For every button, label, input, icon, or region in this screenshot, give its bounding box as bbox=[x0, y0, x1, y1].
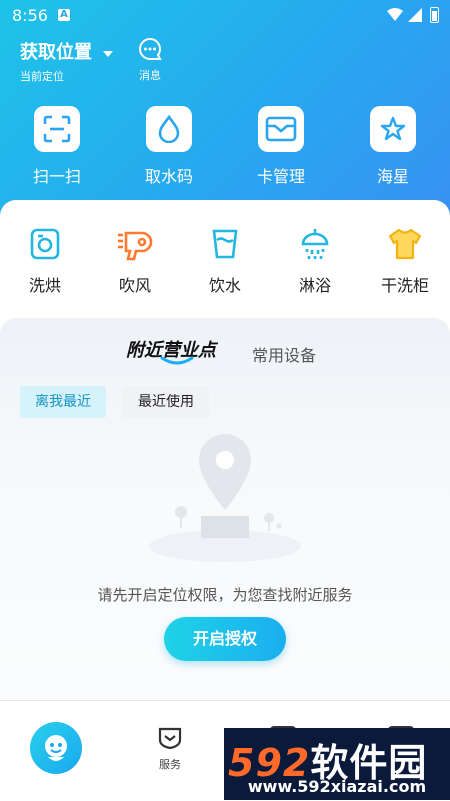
tab-active-indicator bbox=[160, 356, 194, 365]
quick-actions: 扫一扫 取水码 卡管理 海星 bbox=[0, 106, 450, 186]
service-label: 吹风 bbox=[118, 276, 151, 295]
quick-scan[interactable]: 扫一扫 bbox=[12, 106, 102, 187]
quick-label: 扫一扫 bbox=[32, 167, 81, 186]
hairdryer-icon bbox=[118, 231, 153, 261]
service-dry-clean-locker[interactable]: 干洗柜 bbox=[365, 224, 445, 296]
scan-icon bbox=[43, 115, 71, 143]
shield-icon bbox=[158, 727, 182, 750]
mascot-icon bbox=[45, 735, 67, 761]
wifi-icon bbox=[387, 8, 403, 21]
nav-service-label: 服务 bbox=[159, 758, 181, 771]
location-subtitle: 当前定位 bbox=[20, 70, 64, 83]
service-label: 洗烘 bbox=[28, 276, 61, 295]
battery-icon bbox=[430, 7, 439, 23]
service-label: 淋浴 bbox=[298, 276, 331, 295]
service-label: 饮水 bbox=[208, 276, 241, 295]
service-wash-dry[interactable]: 洗烘 bbox=[5, 224, 85, 296]
location-title: 获取位置 bbox=[20, 42, 92, 63]
service-drinking-water[interactable]: 饮水 bbox=[185, 224, 265, 296]
water-drop-icon bbox=[158, 115, 180, 143]
messages-button[interactable]: 消息 bbox=[134, 37, 166, 83]
location-selector[interactable]: 获取位置 当前定位 bbox=[20, 38, 114, 84]
site-watermark: 592软件园 www.592xiazai.com bbox=[224, 728, 450, 800]
filter-recently-used[interactable]: 最近使用 bbox=[123, 386, 209, 418]
location-pin-illustration bbox=[149, 434, 301, 562]
signal-icon bbox=[408, 8, 422, 22]
status-app-badge: A bbox=[58, 9, 70, 21]
card-icon bbox=[265, 116, 297, 142]
status-bar: 8:56 A bbox=[0, 0, 450, 32]
caret-down-icon bbox=[103, 50, 114, 57]
shirt-icon bbox=[388, 228, 422, 260]
service-hair-dryer[interactable]: 吹风 bbox=[95, 224, 175, 296]
water-cup-icon bbox=[212, 229, 238, 259]
washer-icon bbox=[30, 228, 60, 260]
quick-label: 海星 bbox=[376, 167, 409, 186]
chat-bubble-icon bbox=[139, 37, 162, 60]
quick-starfish[interactable]: 海星 bbox=[348, 106, 438, 187]
status-time: 8:56 bbox=[12, 6, 48, 25]
empty-state-message: 请先开启定位权限，为您查找附近服务 bbox=[97, 586, 353, 604]
filter-nearest[interactable]: 离我最近 bbox=[20, 386, 106, 418]
messages-label: 消息 bbox=[139, 69, 161, 82]
enable-authorization-button[interactable]: 开启授权 bbox=[164, 617, 286, 661]
shower-icon bbox=[301, 229, 329, 259]
service-shower[interactable]: 淋浴 bbox=[275, 224, 355, 296]
quick-card-manage[interactable]: 卡管理 bbox=[236, 106, 326, 187]
quick-label: 取水码 bbox=[144, 167, 193, 186]
service-label: 干洗柜 bbox=[380, 276, 429, 295]
tab-common-devices[interactable]: 常用设备 bbox=[252, 342, 316, 366]
quick-label: 卡管理 bbox=[256, 167, 305, 186]
nav-home[interactable] bbox=[30, 722, 82, 774]
nav-service[interactable]: 服务 bbox=[145, 726, 195, 772]
quick-water-code[interactable]: 取水码 bbox=[124, 106, 214, 187]
star-icon bbox=[380, 116, 406, 141]
watermark-url: www.592xiazai.com bbox=[247, 777, 427, 796]
